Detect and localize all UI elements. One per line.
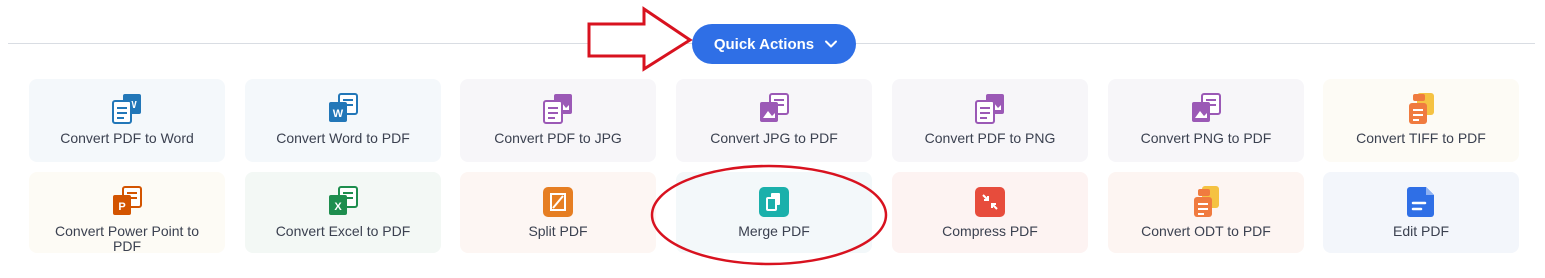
svg-text:W: W xyxy=(333,108,344,120)
tool-convert-tiff-to-pdf[interactable]: Convert TIFF to PDF xyxy=(1323,79,1519,162)
tool-label: Convert TIFF to PDF xyxy=(1356,130,1486,146)
tool-label: Split PDF xyxy=(528,223,588,239)
tool-edit-pdf[interactable]: Edit PDF xyxy=(1323,172,1519,253)
tool-convert-odt-to-pdf[interactable]: Convert ODT to PDF xyxy=(1108,172,1304,253)
png-to-pdf-icon xyxy=(1188,91,1224,127)
tool-convert-power-point-to-pdf[interactable]: P Convert Power Point to PDF xyxy=(29,172,225,254)
jpg-to-pdf-icon xyxy=(756,91,792,127)
tool-compress-pdf[interactable]: Compress PDF xyxy=(892,172,1088,253)
tool-convert-jpg-to-pdf[interactable]: Convert JPG to PDF xyxy=(676,79,872,162)
tool-split-pdf[interactable]: Split PDF xyxy=(460,172,656,253)
tool-label: Convert PDF to JPG xyxy=(494,130,622,146)
excel-to-pdf-icon: X xyxy=(325,184,361,220)
pdf-to-jpg-icon xyxy=(540,91,576,127)
tool-convert-pdf-to-word[interactable]: W Convert PDF to Word xyxy=(29,79,225,162)
compress-pdf-icon xyxy=(972,184,1008,220)
tool-label: Convert Power Point to PDF xyxy=(55,223,199,254)
tool-convert-pdf-to-png[interactable]: Convert PDF to PNG xyxy=(892,79,1088,162)
pdf-to-word-icon: W xyxy=(109,91,145,127)
tool-label: Convert PNG to PDF xyxy=(1140,130,1272,146)
annotation-ellipse xyxy=(650,164,888,266)
tool-label: Convert JPG to PDF xyxy=(710,130,838,146)
tool-label: Compress PDF xyxy=(942,223,1038,239)
quick-actions-label: Quick Actions xyxy=(713,35,815,53)
tool-label: Convert Excel to PDF xyxy=(275,223,411,239)
chevron-down-icon xyxy=(824,37,838,51)
edit-pdf-icon xyxy=(1403,184,1439,220)
tool-convert-excel-to-pdf[interactable]: X Convert Excel to PDF xyxy=(245,172,441,253)
svg-text:X: X xyxy=(334,201,342,213)
quick-actions-button[interactable]: Quick Actions xyxy=(692,24,856,64)
svg-text:P: P xyxy=(118,201,125,213)
pdf-to-png-icon xyxy=(972,91,1008,127)
split-pdf-icon xyxy=(540,184,576,220)
word-to-pdf-icon: W xyxy=(325,91,361,127)
ppt-to-pdf-icon: P xyxy=(109,184,145,220)
odt-to-pdf-icon xyxy=(1188,184,1224,220)
tool-convert-pdf-to-jpg[interactable]: Convert PDF to JPG xyxy=(460,79,656,162)
tool-label: Convert PDF to Word xyxy=(60,130,194,146)
tool-label: Convert PDF to PNG xyxy=(924,130,1056,146)
tool-label: Convert ODT to PDF xyxy=(1141,223,1271,239)
tool-label: Convert Word to PDF xyxy=(276,130,410,146)
tool-convert-png-to-pdf[interactable]: Convert PNG to PDF xyxy=(1108,79,1304,162)
tiff-to-pdf-icon xyxy=(1403,91,1439,127)
tool-label: Edit PDF xyxy=(1392,223,1449,239)
tool-convert-word-to-pdf[interactable]: W Convert Word to PDF xyxy=(245,79,441,162)
annotation-arrow-icon xyxy=(587,6,693,72)
